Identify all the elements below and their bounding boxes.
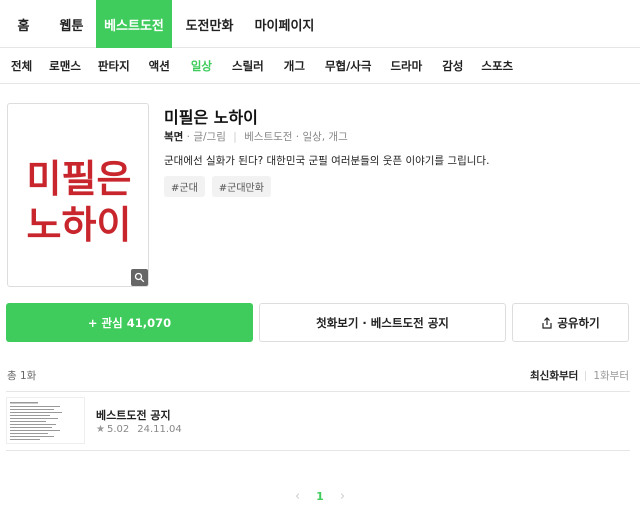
category-item[interactable]: 스포츠: [481, 58, 513, 74]
tag-chip[interactable]: #군대만화: [211, 176, 271, 197]
tab-best-challenge[interactable]: 베스트도전: [96, 0, 172, 48]
episode-title[interactable]: 베스트도전 공지: [96, 407, 171, 423]
comic-description: 군대에선 실화가 된다? 대한민국 군필 여러분들의 웃픈 이야기를 그립니다.: [164, 155, 490, 167]
category-item-active[interactable]: 일상: [191, 58, 212, 74]
author-role-text: 글/그림: [193, 131, 226, 143]
category-item[interactable]: 감성: [442, 58, 463, 74]
category-item[interactable]: 로맨스: [49, 58, 81, 74]
pagination: ‹ 1 ›: [0, 486, 640, 506]
category-item[interactable]: 드라마: [390, 58, 422, 74]
episode-date: 24.11.04: [137, 424, 182, 435]
tab-webtoon[interactable]: 웹툰: [47, 0, 96, 48]
share-icon: [542, 316, 552, 329]
prev-page-icon[interactable]: ‹: [295, 489, 300, 504]
category-item[interactable]: 개그: [284, 58, 305, 74]
episode-row[interactable]: 베스트도전 공지 ★ 5.02 24.11.04: [6, 392, 630, 451]
tag-list: #군대 #군대만화: [164, 176, 278, 197]
episode-count: 총 1화: [7, 370, 37, 382]
category-nav: 전체 로맨스 판타지 액션 일상 스릴러 개그 무협/사극 드라마 감성 스포츠: [0, 48, 640, 84]
genre-info: 베스트도전 · 일상, 개그: [244, 131, 348, 143]
tab-home[interactable]: 홈: [0, 0, 47, 48]
episode-meta: ★ 5.02 24.11.04: [96, 424, 182, 435]
sort-options: 최신화부터 1화부터: [530, 368, 629, 383]
comic-cover[interactable]: 미필은 노하이: [7, 103, 149, 287]
tag-chip[interactable]: #군대: [164, 176, 205, 197]
next-page-icon[interactable]: ›: [340, 489, 345, 504]
sort-divider: [585, 370, 587, 381]
episode-rating: 5.02: [106, 424, 130, 435]
sort-latest[interactable]: 최신화부터: [530, 368, 578, 383]
category-item[interactable]: 액션: [149, 58, 170, 74]
subscribe-button[interactable]: + 관심 41,070: [6, 303, 253, 342]
cover-text-line2: 노하이: [27, 203, 132, 247]
share-button[interactable]: 공유하기: [512, 303, 629, 342]
thumbnail-image: [10, 402, 62, 440]
share-label: 공유하기: [557, 315, 600, 330]
cover-text-line1: 미필은: [27, 157, 132, 201]
category-item[interactable]: 스릴러: [232, 58, 264, 74]
page-number-current[interactable]: 1: [316, 490, 324, 503]
tab-mypage[interactable]: 마이페이지: [247, 0, 322, 48]
comic-title: 미필은 노하이: [164, 108, 258, 127]
category-item[interactable]: 판타지: [98, 58, 130, 74]
meta-divider: |: [233, 131, 237, 143]
tab-challenge[interactable]: 도전만화: [172, 0, 247, 48]
comic-meta: 복면 · 글/그림 | 베스트도전 · 일상, 개그: [164, 129, 348, 144]
category-item[interactable]: 무협/사극: [325, 58, 372, 74]
category-item[interactable]: 전체: [11, 58, 32, 74]
zoom-icon[interactable]: [131, 269, 148, 286]
author-name[interactable]: 복면: [164, 131, 183, 143]
first-episode-button[interactable]: 첫화보기 · 베스트도전 공지: [259, 303, 506, 342]
cover-art: 미필은 노하이: [27, 157, 132, 247]
star-icon: ★: [96, 424, 105, 435]
sort-first[interactable]: 1화부터: [593, 368, 629, 383]
top-nav: 홈 웹툰 베스트도전 도전만화 마이페이지: [0, 0, 640, 48]
episode-thumbnail[interactable]: [6, 397, 85, 444]
